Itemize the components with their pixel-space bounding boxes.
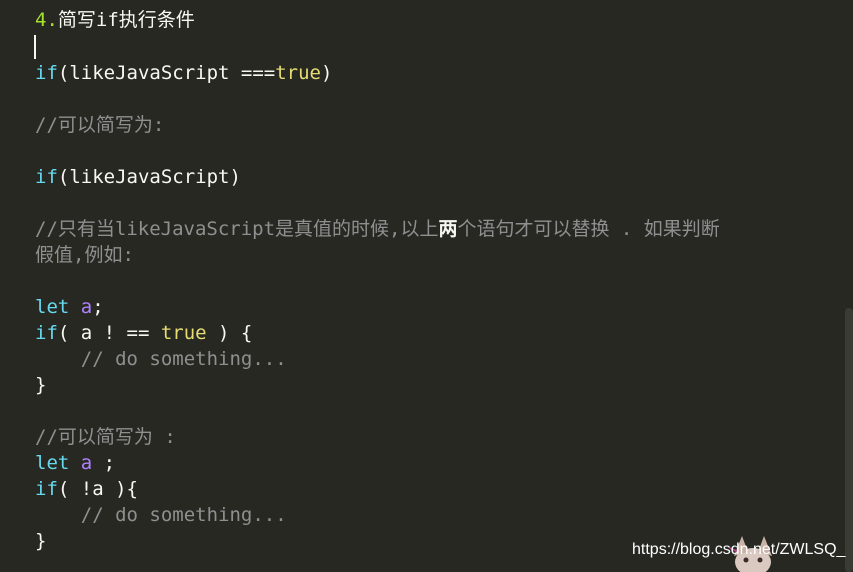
variable-a: a xyxy=(69,452,93,474)
code-line-if-not-true: if( a ! == true ) { xyxy=(35,320,252,346)
condition-text: (likeJavaScript === xyxy=(57,62,276,84)
code-line-close-brace: } xyxy=(35,374,47,396)
code-editor[interactable]: 4.简写if执行条件 if(likeJavaScript ===true) //… xyxy=(0,0,853,572)
watermark-url: https://blog.csdn.net/ZWLSQ_ xyxy=(632,541,846,558)
keyword-if: if xyxy=(35,322,58,344)
keyword-let: let xyxy=(35,452,70,474)
keyword-let: let xyxy=(35,296,70,318)
code-line-let-a: let a; xyxy=(35,294,104,320)
heading-text: 简写if执行条件 xyxy=(57,9,195,31)
code-line-close-brace-2: } xyxy=(35,530,47,552)
code-line-if-short: if(likeJavaScript) xyxy=(35,164,241,190)
code-line-comment-explain: //只有当likeJavaScript是真值的时候,以上两个语句才可以替换 . … xyxy=(35,216,720,242)
code-line-if-strict: if(likeJavaScript ===true) xyxy=(35,60,332,86)
condition-close: ) { xyxy=(206,322,253,344)
code-line-heading: 4.简写if执行条件 xyxy=(35,7,195,33)
code-line-comment-shorthand-2: //可以简写为 : xyxy=(35,426,176,448)
code-line-let-a-2: let a ; xyxy=(35,450,115,476)
keyword-if: if xyxy=(35,478,58,500)
comment-part-bold: 两 xyxy=(438,218,458,240)
condition-text: ( a ! == xyxy=(57,322,161,344)
code-line-comment-falsy: 假值,例如: xyxy=(35,244,134,266)
keyword-if: if xyxy=(35,62,58,84)
comment-part-b: 个语句才可以替换 . 如果判断 xyxy=(457,218,720,240)
code-line-do-something: // do something... xyxy=(35,348,287,370)
heading-number: 4. xyxy=(35,9,58,31)
close-paren: ) xyxy=(321,62,333,84)
condition-text: ( !a ){ xyxy=(57,478,138,500)
keyword-if: if xyxy=(35,166,58,188)
comment-part-a: //只有当likeJavaScript是真值的时候,以上 xyxy=(35,218,439,240)
vertical-scrollbar[interactable] xyxy=(845,308,853,572)
semicolon: ; xyxy=(92,452,116,474)
boolean-true: true xyxy=(275,62,321,84)
condition-text: (likeJavaScript) xyxy=(57,166,241,188)
boolean-true: true xyxy=(160,322,207,344)
code-line-comment-shorthand: //可以简写为: xyxy=(35,114,165,136)
text-caret xyxy=(34,35,36,59)
code-line-do-something-2: // do something... xyxy=(35,504,287,526)
semicolon: ; xyxy=(92,296,104,318)
variable-a: a xyxy=(69,296,93,318)
code-line-if-not-a: if( !a ){ xyxy=(35,476,138,502)
